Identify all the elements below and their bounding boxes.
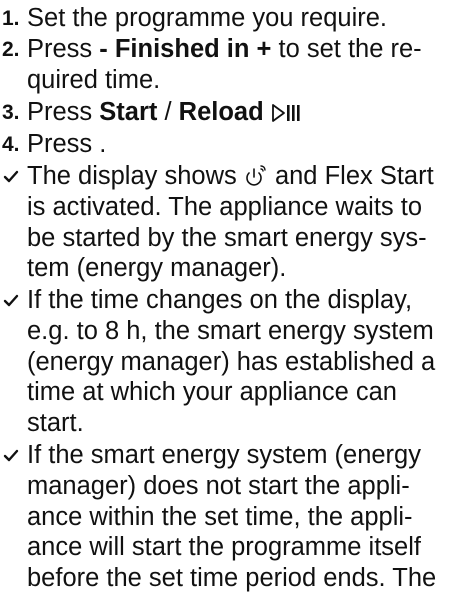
step-text: Press .: [27, 130, 107, 158]
result-text: If the smart energy system (energy manag…: [27, 441, 437, 593]
step-number: 4.: [2, 133, 20, 156]
step-number: 3.: [2, 101, 20, 124]
instruction-document: 1. Set the programme you require. 2. Pre…: [0, 0, 461, 601]
step-text: Press - Finished in + to set the re- qui…: [27, 35, 422, 94]
start-pause-icon: [271, 104, 300, 122]
finished-in-label: - Finished in +: [99, 35, 272, 63]
start-label: Start: [99, 98, 158, 126]
step-number: 1.: [2, 7, 20, 30]
check-icon: [3, 449, 19, 462]
step-text: Set the programme you require.: [27, 4, 388, 32]
check-icon: [3, 294, 19, 307]
flex-start-icon: [246, 165, 266, 186]
result-text: The display shows and Flex Start is acti…: [27, 162, 434, 283]
reload-label: Reload: [178, 98, 264, 126]
result-text: If the time changes on the display, e.g.…: [27, 286, 436, 438]
step-text: Press Start / Reload: [27, 97, 447, 128]
check-icon: [3, 170, 19, 183]
step-number: 2.: [2, 38, 20, 61]
